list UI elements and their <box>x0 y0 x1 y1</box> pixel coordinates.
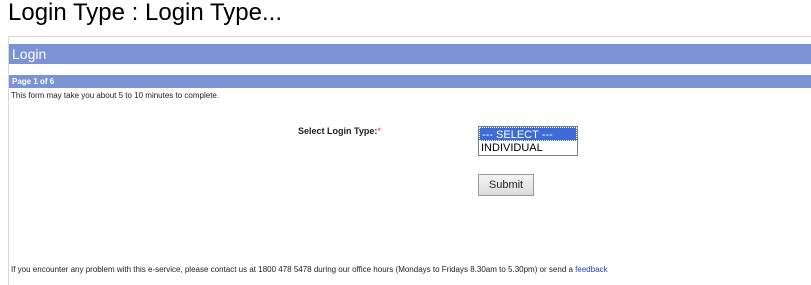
frame-border-top <box>8 36 811 37</box>
support-footer: If you encounter any problem with this e… <box>11 264 608 275</box>
page-indicator-bar: Page 1 of 6 <box>9 75 811 88</box>
login-page: Login Type : Login Type... Login Page 1 … <box>0 0 811 285</box>
form-title: Login <box>12 46 47 62</box>
support-footer-text: If you encounter any problem with this e… <box>11 265 576 274</box>
select-option-individual[interactable]: INDIVIDUAL <box>479 141 577 155</box>
login-type-label-text: Select Login Type: <box>298 126 378 136</box>
submit-button[interactable]: Submit <box>478 174 534 196</box>
feedback-link[interactable]: feedback <box>575 265 607 274</box>
login-type-label: Select Login Type:* <box>298 126 381 136</box>
form-title-bar: Login <box>9 44 811 64</box>
login-type-select[interactable]: --- SELECT --- INDIVIDUAL <box>478 126 578 156</box>
select-option-placeholder[interactable]: --- SELECT --- <box>479 127 577 141</box>
frame-border-left <box>8 36 9 285</box>
required-asterisk: * <box>377 126 381 136</box>
page-indicator: Page 1 of 6 <box>12 77 55 86</box>
form-duration-hint: This form may take you about 5 to 10 min… <box>11 91 220 100</box>
page-heading-partial: Login Type : Login Type... <box>8 0 282 26</box>
